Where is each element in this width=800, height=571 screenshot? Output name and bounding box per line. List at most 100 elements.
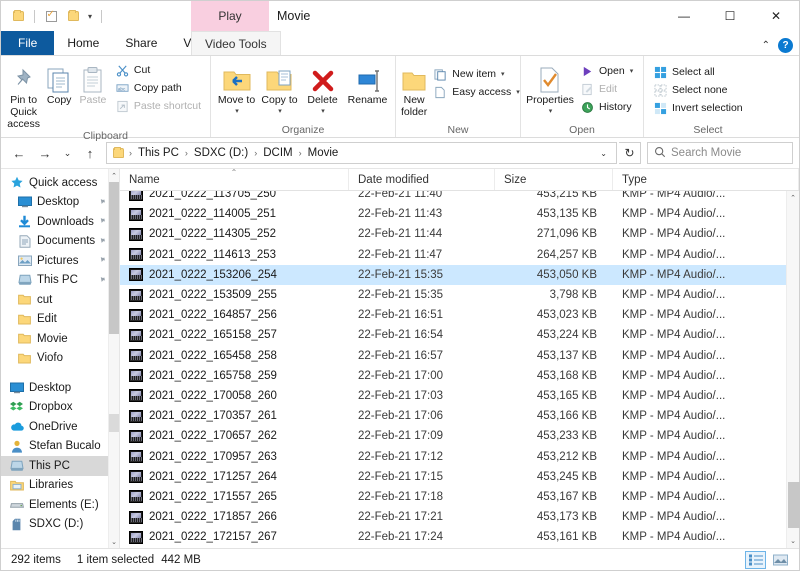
- table-row[interactable]: 2021_0222_165158_25722-Feb-21 16:54453,2…: [120, 325, 799, 345]
- tab-video-tools[interactable]: Video Tools: [191, 31, 281, 55]
- minimize-button[interactable]: —: [661, 1, 707, 31]
- large-icons-view-icon[interactable]: [770, 551, 791, 569]
- table-row[interactable]: 2021_0222_113705_25022-Feb-21 11:40453,2…: [120, 191, 799, 204]
- breadcrumb[interactable]: › This PC › SDXC (D:) › DCIM › Movie ⌄: [106, 142, 617, 164]
- refresh-button[interactable]: ↻: [619, 142, 641, 164]
- column-header-type[interactable]: Type: [613, 169, 799, 190]
- breadcrumb-item-movie[interactable]: Movie: [305, 147, 342, 159]
- back-button[interactable]: ←: [7, 141, 31, 165]
- column-header-date-modified[interactable]: Date modified: [349, 169, 495, 190]
- sidebar-item-documents[interactable]: Documents: [1, 232, 119, 252]
- maximize-button[interactable]: ☐: [707, 1, 753, 31]
- sidebar-item-downloads[interactable]: Downloads: [1, 212, 119, 232]
- invert-selection-button[interactable]: Invert selection: [649, 99, 747, 117]
- tab-share[interactable]: Share: [112, 31, 170, 55]
- new-folder-button[interactable]: New folder: [401, 59, 427, 118]
- file-list-scrollbar[interactable]: ⌃ ⌄: [786, 191, 799, 548]
- open-button[interactable]: Open ▾: [576, 62, 637, 80]
- paste-shortcut-button[interactable]: Paste shortcut: [111, 97, 205, 115]
- sidebar-item-pictures[interactable]: Pictures: [1, 251, 119, 271]
- sidebar-item-stefan-bucalo[interactable]: Stefan Bucalo: [1, 437, 119, 457]
- table-row[interactable]: 2021_0222_171857_26622-Feb-21 17:21453,1…: [120, 507, 799, 527]
- table-row[interactable]: 2021_0222_165758_25922-Feb-21 17:00453,1…: [120, 366, 799, 386]
- sidebar-item-dropbox[interactable]: Dropbox: [1, 398, 119, 418]
- rename-button[interactable]: Rename: [345, 59, 390, 106]
- chevron-down-icon[interactable]: ▾: [516, 88, 520, 96]
- scroll-track[interactable]: [109, 182, 120, 535]
- pin-icon[interactable]: [94, 234, 108, 248]
- scroll-down-arrow-icon[interactable]: ⌄: [111, 535, 117, 548]
- column-header-size[interactable]: Size: [495, 169, 613, 190]
- scroll-up-arrow-icon[interactable]: ⌃: [787, 191, 800, 205]
- sidebar-item-desktop[interactable]: Desktop: [1, 193, 119, 213]
- tab-play[interactable]: Play: [191, 1, 269, 31]
- sidebar-item-onedrive[interactable]: OneDrive: [1, 417, 119, 437]
- chevron-down-icon[interactable]: ▾: [86, 12, 94, 21]
- properties-button[interactable]: Properties ▾: [526, 59, 574, 118]
- history-button[interactable]: History: [576, 98, 637, 116]
- new-folder-icon[interactable]: [64, 7, 82, 25]
- table-row[interactable]: 2021_0222_165458_25822-Feb-21 16:57453,1…: [120, 346, 799, 366]
- table-row[interactable]: 2021_0222_171557_26522-Feb-21 17:18453,1…: [120, 487, 799, 507]
- select-all-button[interactable]: Select all: [649, 63, 747, 81]
- sidebar-item-this-pc[interactable]: This PC: [1, 456, 119, 476]
- details-view-icon[interactable]: [745, 551, 766, 569]
- sidebar-item-this-pc[interactable]: This PC: [1, 271, 119, 291]
- pin-icon[interactable]: [94, 254, 108, 268]
- sidebar-item-desktop[interactable]: Desktop: [1, 378, 119, 398]
- breadcrumb-item-this-pc[interactable]: This PC: [135, 147, 182, 159]
- scroll-thumb[interactable]: [788, 482, 800, 528]
- close-button[interactable]: ✕: [753, 1, 799, 31]
- breadcrumb-item-dcim[interactable]: DCIM: [260, 147, 295, 159]
- table-row[interactable]: 2021_0222_170957_26322-Feb-21 17:12453,2…: [120, 446, 799, 466]
- select-none-button[interactable]: Select none: [649, 81, 747, 99]
- chevron-down-icon[interactable]: ▾: [630, 67, 634, 75]
- tab-file[interactable]: File: [1, 31, 54, 55]
- chevron-down-icon[interactable]: ▾: [501, 70, 505, 78]
- chevron-up-icon[interactable]: ⌃: [762, 40, 770, 51]
- recent-locations-button[interactable]: ⌄: [59, 141, 76, 165]
- easy-access-button[interactable]: Easy access ▾: [429, 83, 523, 101]
- table-row[interactable]: 2021_0222_170357_26122-Feb-21 17:06453,1…: [120, 406, 799, 426]
- table-row[interactable]: 2021_0222_172157_26722-Feb-21 17:24453,1…: [120, 527, 799, 547]
- properties-checkbox-icon[interactable]: [42, 7, 60, 25]
- sidebar-item-viofo[interactable]: Viofo: [1, 349, 119, 369]
- forward-button[interactable]: →: [33, 141, 57, 165]
- table-row[interactable]: 2021_0222_114613_25322-Feb-21 11:47264,2…: [120, 245, 799, 265]
- chevron-down-icon[interactable]: ▾: [278, 106, 282, 118]
- help-icon[interactable]: ?: [778, 38, 793, 53]
- copy-button[interactable]: Copy: [43, 59, 75, 106]
- cut-button[interactable]: Cut: [111, 61, 205, 79]
- sidebar-item-elements-e[interactable]: Elements (E:): [1, 495, 119, 515]
- delete-button[interactable]: Delete ▾: [302, 59, 343, 118]
- chevron-down-icon[interactable]: ⌄: [595, 149, 612, 158]
- breadcrumb-item-sdxc[interactable]: SDXC (D:): [191, 147, 251, 159]
- sidebar-item-edit[interactable]: Edit: [1, 310, 119, 330]
- new-item-button[interactable]: New item ▾: [429, 65, 523, 83]
- nav-pane-scrollbar[interactable]: ⌃ ⌄: [108, 169, 119, 548]
- up-button[interactable]: ↑: [78, 141, 102, 165]
- table-row[interactable]: 2021_0222_170657_26222-Feb-21 17:09453,2…: [120, 426, 799, 446]
- chevron-down-icon[interactable]: ▾: [321, 106, 325, 118]
- scroll-thumb[interactable]: [109, 182, 120, 334]
- table-row[interactable]: 2021_0222_153206_25422-Feb-21 15:35453,0…: [120, 265, 799, 285]
- copy-to-button[interactable]: Copy to ▾: [259, 59, 300, 118]
- search-input[interactable]: Search Movie: [671, 147, 741, 159]
- table-row[interactable]: 2021_0222_171257_26422-Feb-21 17:15453,2…: [120, 467, 799, 487]
- sidebar-item-quick-access[interactable]: Quick access: [1, 173, 119, 193]
- sidebar-item-cut[interactable]: cut: [1, 290, 119, 310]
- scroll-track[interactable]: [788, 205, 799, 534]
- tab-home[interactable]: Home: [54, 31, 112, 55]
- edit-button[interactable]: Edit: [576, 80, 637, 98]
- scroll-up-arrow-icon[interactable]: ⌃: [111, 169, 117, 182]
- move-to-button[interactable]: Move to ▾: [216, 59, 257, 118]
- pin-icon[interactable]: [94, 215, 108, 229]
- folder-icon[interactable]: [9, 7, 27, 25]
- pin-to-quick-access-button[interactable]: Pin to Quick access: [6, 59, 41, 130]
- table-row[interactable]: 2021_0222_164857_25622-Feb-21 16:51453,0…: [120, 305, 799, 325]
- pin-icon[interactable]: [94, 195, 108, 209]
- paste-button[interactable]: Paste: [77, 59, 109, 106]
- copy-path-button[interactable]: abc Copy path: [111, 79, 205, 97]
- pin-icon[interactable]: [94, 273, 108, 287]
- table-row[interactable]: 2021_0222_170058_26022-Feb-21 17:03453,1…: [120, 386, 799, 406]
